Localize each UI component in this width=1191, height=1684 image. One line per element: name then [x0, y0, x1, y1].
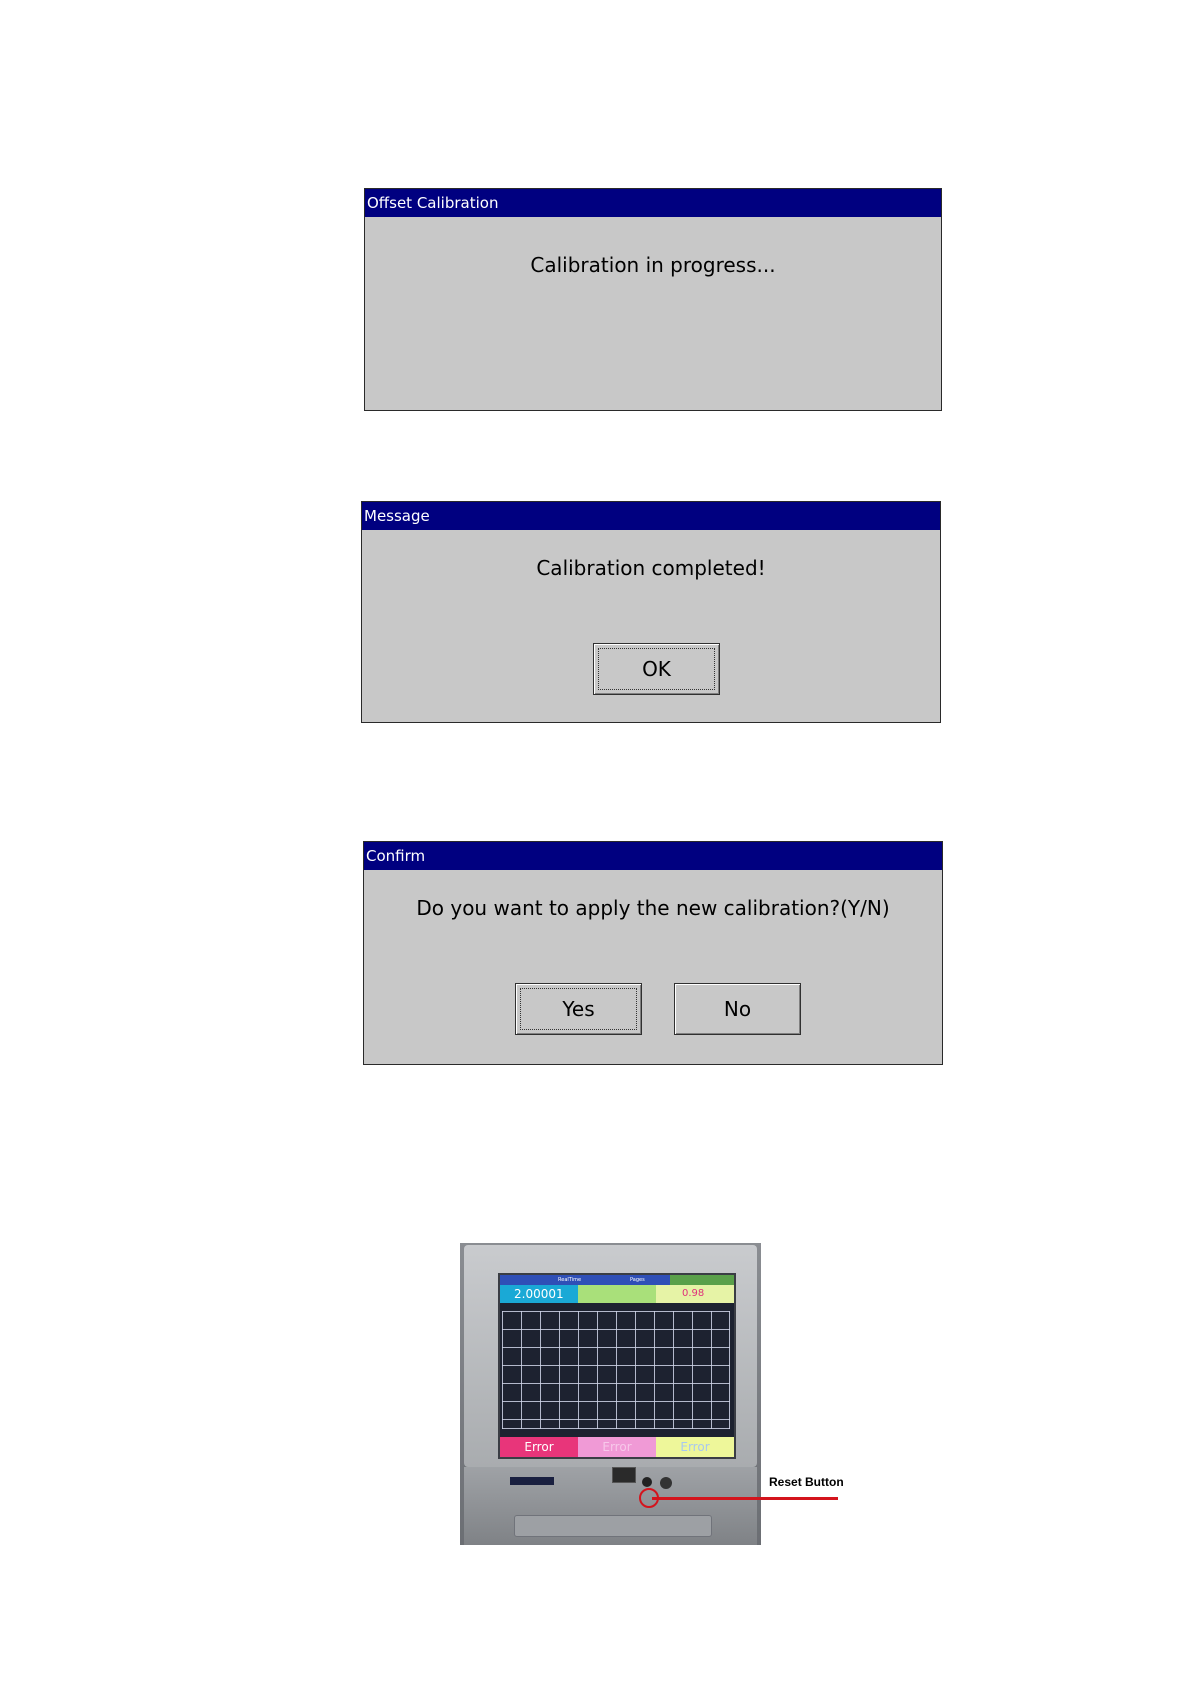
screen-top-bar: RealTime Pages	[500, 1275, 734, 1285]
screen-header-label: Pages	[630, 1277, 645, 1283]
status-error-3: Error	[656, 1437, 734, 1457]
reset-button-label: Reset Button	[769, 1475, 844, 1489]
screen-value-cell-3: 0.98	[656, 1285, 734, 1303]
dialog-title: Confirm	[364, 842, 942, 870]
status-error-2: Error	[578, 1437, 656, 1457]
reset-button-hole	[642, 1477, 652, 1487]
ok-button[interactable]: OK	[593, 643, 720, 695]
dialog-message: Calibration in progress...	[530, 253, 776, 277]
screen-value-cell-1: 2.00001	[500, 1285, 578, 1303]
recorder-bezel: RealTime Pages 2.00001 0.98 Error Error …	[464, 1245, 757, 1467]
bottom-strap	[514, 1515, 712, 1537]
recorder-screen: RealTime Pages 2.00001 0.98 Error Error …	[498, 1273, 736, 1459]
yes-button[interactable]: Yes	[515, 983, 642, 1035]
screen-header: RealTime Pages 2.00001 0.98	[500, 1275, 734, 1305]
sd-card-slot	[510, 1477, 554, 1485]
dialog-message: Calibration completed!	[536, 556, 766, 580]
no-button[interactable]: No	[674, 983, 801, 1035]
callout-line	[652, 1497, 838, 1500]
power-jack	[660, 1477, 672, 1489]
screen-status-bar: Error Error Error	[500, 1437, 734, 1457]
screen-header-label: RealTime	[558, 1277, 582, 1283]
dialog-title: Message	[362, 502, 940, 530]
dialog-title: Offset Calibration	[365, 189, 941, 217]
dialog-message: Do you want to apply the new calibration…	[416, 896, 890, 920]
screen-value-cell-2	[578, 1285, 656, 1303]
usb-port	[612, 1467, 636, 1483]
status-error-1: Error	[500, 1437, 578, 1457]
offset-calibration-dialog: Offset Calibration Calibration in progre…	[364, 188, 942, 411]
screen-value-2: 0.98	[682, 1288, 705, 1299]
confirm-dialog: Confirm Do you want to apply the new cal…	[363, 841, 943, 1065]
message-dialog: Message Calibration completed! OK	[361, 501, 941, 723]
screen-value: 2.00001	[514, 1287, 564, 1301]
recorder-lower-panel	[464, 1467, 757, 1545]
trend-grid	[502, 1311, 730, 1429]
